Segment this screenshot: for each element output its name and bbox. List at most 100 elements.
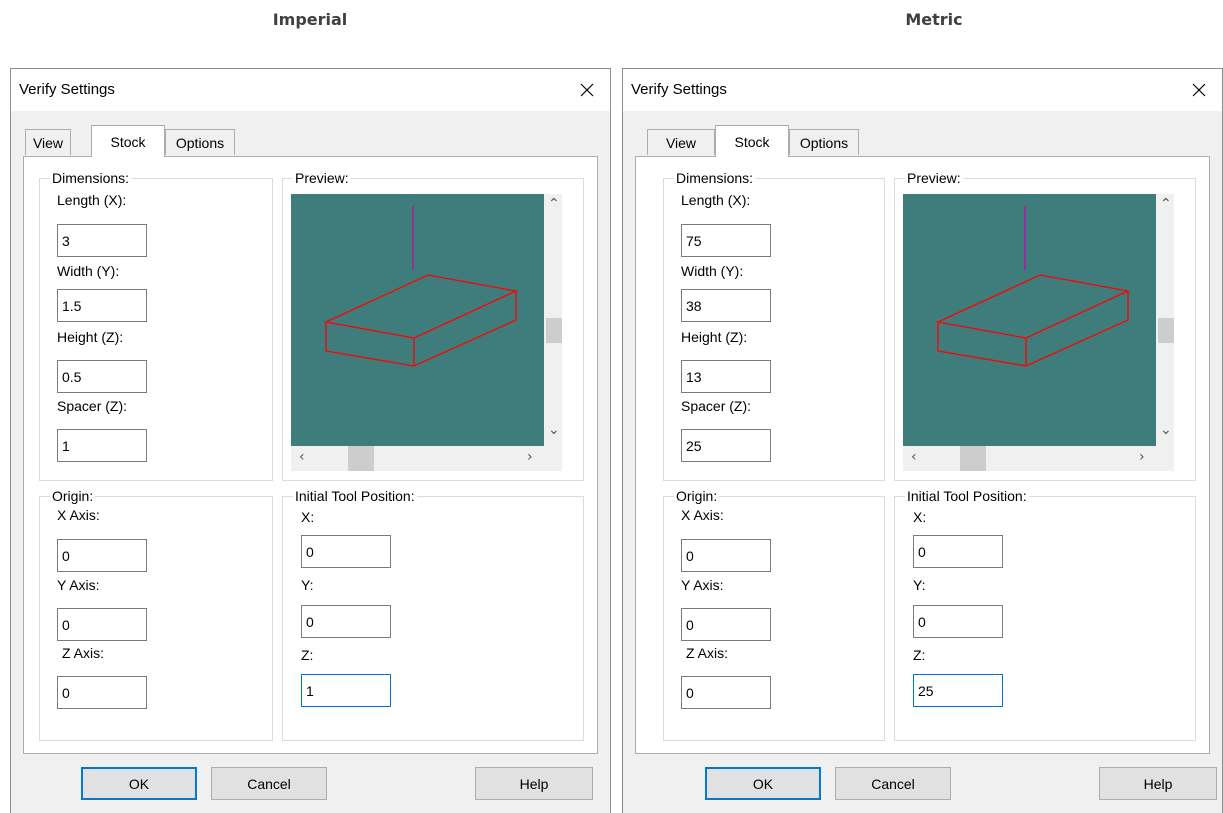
help-button[interactable]: Help — [475, 767, 593, 800]
width-input[interactable] — [57, 289, 147, 322]
chevron-up-icon[interactable]: ⌃ — [548, 196, 560, 212]
origin-y-input[interactable] — [57, 608, 147, 641]
close-button[interactable] — [1176, 69, 1222, 111]
stock-top-face — [935, 274, 1131, 339]
preview-label: Preview: — [293, 170, 351, 186]
initial-tool-position-group: Initial Tool Position: X: Y: Z: — [894, 488, 1196, 741]
dimensions-group: Dimensions: Length (X): Width (Y): Heigh… — [39, 170, 273, 481]
preview-horizontal-scrollbar[interactable]: ‹ › — [291, 446, 544, 471]
tool-x-input[interactable] — [913, 535, 1003, 568]
stock-tab-panel: Dimensions: Length (X): Width (Y): Heigh… — [23, 156, 598, 754]
y-axis-label: Y Axis: — [681, 577, 724, 593]
length-label: Length (X): — [681, 192, 751, 208]
width-input[interactable] — [681, 289, 771, 322]
stock-preview-canvas[interactable] — [291, 194, 544, 446]
chevron-right-icon[interactable]: › — [1139, 449, 1145, 465]
stock-tab-panel: Dimensions: Length (X): Width (Y): Heigh… — [635, 156, 1210, 754]
tab-options[interactable]: Options — [789, 129, 859, 155]
origin-label: Origin: — [50, 488, 96, 504]
close-icon — [1192, 83, 1206, 97]
preview-vertical-scrollbar[interactable]: ⌃ ⌄ — [544, 194, 562, 446]
tool-z-label: Z: — [301, 647, 314, 663]
preview-group: Preview: ⌃ ⌄ ‹ › — [894, 170, 1196, 481]
stock-sides — [937, 291, 1129, 367]
vertical-scroll-thumb[interactable] — [546, 318, 562, 343]
tool-x-label: X: — [913, 509, 927, 525]
stock-box-drawing — [935, 206, 1131, 367]
height-input[interactable] — [681, 360, 771, 393]
length-label: Length (X): — [57, 192, 127, 208]
initial-tool-position-label: Initial Tool Position: — [293, 488, 417, 504]
origin-group: Origin: X Axis: Y Axis: Z Axis: — [663, 488, 885, 741]
preview-viewport: ⌃ ⌄ ‹ › — [291, 194, 562, 471]
chevron-left-icon[interactable]: ‹ — [911, 449, 917, 465]
horizontal-scroll-thumb[interactable] — [348, 446, 374, 471]
verify-settings-dialog-metric: Verify Settings View Stock Options Dimen… — [622, 68, 1223, 813]
tab-options[interactable]: Options — [165, 129, 235, 155]
chevron-down-icon[interactable]: ⌄ — [548, 422, 560, 438]
ok-button[interactable]: OK — [705, 767, 821, 800]
tool-x-input[interactable] — [301, 535, 391, 568]
origin-y-input[interactable] — [681, 608, 771, 641]
title-bar: Verify Settings — [11, 69, 610, 111]
tool-x-label: X: — [301, 509, 315, 525]
spacer-label: Spacer (Z): — [681, 398, 752, 414]
dialog-title: Verify Settings — [19, 81, 115, 98]
verify-settings-dialog-imperial: Verify Settings View Stock Options Dimen… — [10, 68, 611, 813]
preview-group: Preview: ⌃ ⌄ ‹ › — [282, 170, 584, 481]
origin-x-input[interactable] — [681, 539, 771, 572]
chevron-right-icon[interactable]: › — [527, 449, 533, 465]
tool-z-input[interactable] — [913, 674, 1003, 707]
width-label: Width (Y): — [57, 263, 120, 279]
close-icon — [580, 83, 594, 97]
height-label: Height (Z): — [681, 329, 748, 345]
z-axis-label: Z Axis: — [62, 645, 105, 661]
height-input[interactable] — [57, 360, 147, 393]
close-button[interactable] — [564, 69, 610, 111]
chevron-left-icon[interactable]: ‹ — [299, 449, 305, 465]
help-button[interactable]: Help — [1099, 767, 1217, 800]
origin-z-input[interactable] — [681, 676, 771, 709]
stock-preview-canvas[interactable] — [903, 194, 1156, 446]
tool-y-label: Y: — [301, 577, 314, 593]
tab-stock[interactable]: Stock — [91, 125, 165, 157]
spacer-input[interactable] — [681, 429, 771, 462]
tab-stock[interactable]: Stock — [715, 125, 789, 157]
stock-sides — [325, 291, 517, 367]
tab-view[interactable]: View — [25, 129, 71, 155]
dimensions-label: Dimensions: — [50, 170, 132, 186]
tool-y-input[interactable] — [301, 605, 391, 638]
origin-x-input[interactable] — [57, 539, 147, 572]
stock-box-drawing — [323, 206, 519, 367]
length-input[interactable] — [57, 224, 147, 257]
dialog-title: Verify Settings — [631, 81, 727, 98]
x-axis-label: X Axis: — [57, 507, 100, 523]
chevron-up-icon[interactable]: ⌃ — [1160, 196, 1172, 212]
origin-label: Origin: — [674, 488, 720, 504]
tool-y-label: Y: — [913, 577, 926, 593]
cancel-button[interactable]: Cancel — [211, 767, 327, 800]
spacer-label: Spacer (Z): — [57, 398, 128, 414]
ok-button[interactable]: OK — [81, 767, 197, 800]
title-bar: Verify Settings — [623, 69, 1222, 111]
horizontal-scroll-thumb[interactable] — [960, 446, 986, 471]
height-label: Height (Z): — [57, 329, 124, 345]
preview-vertical-scrollbar[interactable]: ⌃ ⌄ — [1156, 194, 1174, 446]
initial-tool-position-group: Initial Tool Position: X: Y: Z: — [282, 488, 584, 741]
tool-z-input[interactable] — [301, 674, 391, 707]
tool-y-input[interactable] — [913, 605, 1003, 638]
preview-viewport: ⌃ ⌄ ‹ › — [903, 194, 1174, 471]
width-label: Width (Y): — [681, 263, 744, 279]
initial-tool-position-label: Initial Tool Position: — [905, 488, 1029, 504]
chevron-down-icon[interactable]: ⌄ — [1160, 422, 1172, 438]
spacer-input[interactable] — [57, 429, 147, 462]
z-axis-label: Z Axis: — [686, 645, 729, 661]
preview-horizontal-scrollbar[interactable]: ‹ › — [903, 446, 1156, 471]
tab-view[interactable]: View — [647, 129, 715, 155]
vertical-scroll-thumb[interactable] — [1158, 318, 1174, 343]
origin-z-input[interactable] — [57, 676, 147, 709]
length-input[interactable] — [681, 224, 771, 257]
dimensions-label: Dimensions: — [674, 170, 756, 186]
tool-z-label: Z: — [913, 647, 926, 663]
cancel-button[interactable]: Cancel — [835, 767, 951, 800]
